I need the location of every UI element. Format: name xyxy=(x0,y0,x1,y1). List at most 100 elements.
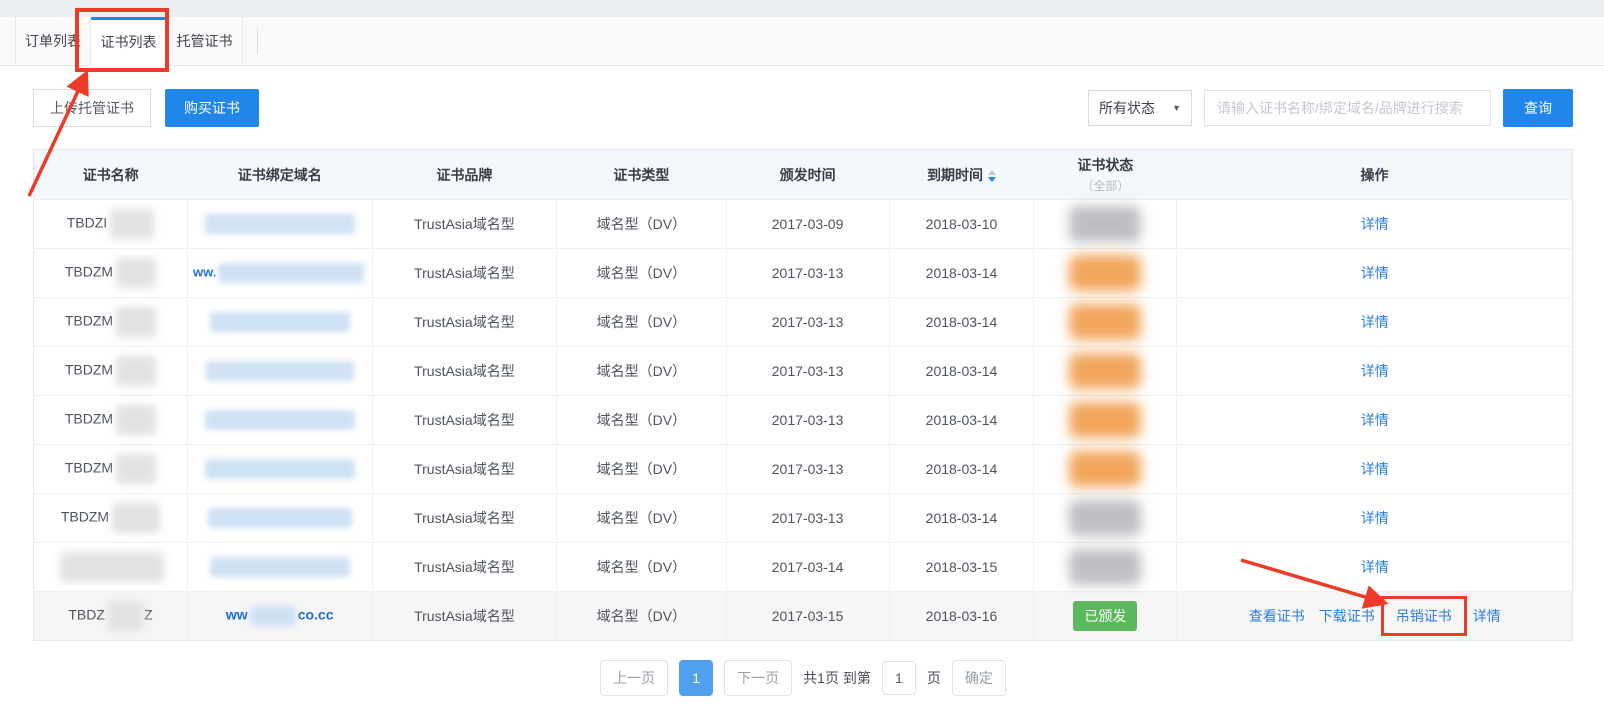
redacted-status-blur xyxy=(1069,549,1141,585)
brand-cell: TrustAsia域名型 xyxy=(372,200,557,249)
query-button[interactable]: 查询 xyxy=(1503,89,1573,127)
redacted-status-blur xyxy=(1069,500,1141,536)
col-header-expires[interactable]: 到期时间 xyxy=(889,150,1034,200)
table-row: TBDZMTrustAsia域名型域名型（DV）2017-03-132018-0… xyxy=(34,298,1573,347)
annotation-box-revoke-link: 吊销证书 xyxy=(1381,596,1467,636)
expiry-date-cell: 2018-03-14 xyxy=(889,494,1034,543)
actions-cell: 查看证书下载证书 吊销证书 详情 xyxy=(1177,592,1573,641)
table-row: TrustAsia域名型域名型（DV）2017-03-142018-03-15详… xyxy=(34,543,1573,592)
details-link[interactable]: 详情 xyxy=(1361,412,1389,428)
tab-cert-list[interactable]: 证书列表 xyxy=(91,17,167,66)
status-badge-issued: 已颁发 xyxy=(1073,601,1137,631)
cert-type-cell: 域名型（DV） xyxy=(557,298,726,347)
col-header-expires-label: 到期时间 xyxy=(927,167,983,183)
cert-name-cell: TBDZM xyxy=(34,494,188,543)
upload-hosted-cert-button[interactable]: 上传托管证书 xyxy=(33,89,151,127)
issued-date-cell: 2017-03-09 xyxy=(726,200,889,249)
status-cell xyxy=(1034,543,1177,592)
redacted-name-blur xyxy=(108,601,144,631)
bound-domain-cell: wwco.cc xyxy=(187,592,372,641)
status-cell xyxy=(1034,347,1177,396)
domain-text: ww xyxy=(226,607,248,623)
cert-name-text: TBDZM xyxy=(65,411,113,427)
bound-domain-cell xyxy=(187,494,372,543)
current-page-button[interactable]: 1 xyxy=(679,660,713,696)
redacted-domain-blur xyxy=(218,263,364,283)
redacted-domain-blur xyxy=(205,214,355,234)
brand-cell: TrustAsia域名型 xyxy=(372,445,557,494)
goto-page-input[interactable] xyxy=(882,661,916,695)
redacted-status-blur xyxy=(1069,353,1141,389)
next-page-button[interactable]: 下一页 xyxy=(724,660,792,696)
bound-domain-cell: ww. xyxy=(187,249,372,298)
details-link[interactable]: 详情 xyxy=(1361,363,1389,379)
cert-type-cell: 域名型（DV） xyxy=(557,347,726,396)
bound-domain-cell xyxy=(187,445,372,494)
brand-cell: TrustAsia域名型 xyxy=(372,249,557,298)
download-cert-link[interactable]: 下载证书 xyxy=(1319,608,1375,624)
status-cell xyxy=(1034,445,1177,494)
redacted-name-blur xyxy=(116,454,156,484)
brand-cell: TrustAsia域名型 xyxy=(372,494,557,543)
table-row: TBDZMww.TrustAsia域名型域名型（DV）2017-03-13201… xyxy=(34,249,1573,298)
details-link[interactable]: 详情 xyxy=(1361,314,1389,330)
actions-cell: 详情 xyxy=(1177,200,1573,249)
tab-divider xyxy=(257,28,258,54)
cert-type-cell: 域名型（DV） xyxy=(557,494,726,543)
redacted-domain-blur xyxy=(206,361,354,381)
buy-cert-button[interactable]: 购买证书 xyxy=(165,89,259,127)
issued-date-cell: 2017-03-13 xyxy=(726,396,889,445)
expiry-date-cell: 2018-03-16 xyxy=(889,592,1034,641)
issued-date-cell: 2017-03-13 xyxy=(726,494,889,543)
col-header-brand: 证书品牌 xyxy=(372,150,557,200)
cert-type-cell: 域名型（DV） xyxy=(557,445,726,494)
cert-type-cell: 域名型（DV） xyxy=(557,249,726,298)
details-link[interactable]: 详情 xyxy=(1361,216,1389,232)
cert-name-cell: TBDZM xyxy=(34,396,188,445)
details-link[interactable]: 详情 xyxy=(1361,461,1389,477)
issued-date-cell: 2017-03-14 xyxy=(726,543,889,592)
expiry-date-cell: 2018-03-14 xyxy=(889,396,1034,445)
brand-cell: TrustAsia域名型 xyxy=(372,298,557,347)
details-link[interactable]: 详情 xyxy=(1361,265,1389,281)
redacted-name-blur xyxy=(116,405,156,435)
table-header-row: 证书名称 证书绑定域名 证书品牌 证书类型 颁发时间 到期时间 证书状态 （全部… xyxy=(34,150,1573,200)
redacted-status-blur xyxy=(1069,402,1141,438)
status-cell xyxy=(1034,249,1177,298)
actions-cell: 详情 xyxy=(1177,543,1573,592)
status-cell xyxy=(1034,396,1177,445)
cert-name-text: TBDZM xyxy=(65,460,113,476)
actions-cell: 详情 xyxy=(1177,494,1573,543)
cert-name-text: TBDZM xyxy=(65,362,113,378)
brand-cell: TrustAsia域名型 xyxy=(372,347,557,396)
redacted-name-blur xyxy=(116,258,156,288)
total-pages-label: 共1页 到第 xyxy=(803,668,871,688)
redacted-domain-blur xyxy=(208,508,352,528)
actions-cell: 详情 xyxy=(1177,445,1573,494)
revoke-cert-link[interactable]: 吊销证书 xyxy=(1396,608,1452,624)
cert-name-text: TBDZM xyxy=(65,313,113,329)
details-link[interactable]: 详情 xyxy=(1361,510,1389,526)
details-link[interactable]: 详情 xyxy=(1473,608,1501,624)
tab-hosted-certs[interactable]: 托管证书 xyxy=(167,17,243,65)
search-input[interactable] xyxy=(1204,90,1491,126)
cert-name-cell: TBDZI xyxy=(34,200,188,249)
actions-cell: 详情 xyxy=(1177,298,1573,347)
table-row: TBDZITrustAsia域名型域名型（DV）2017-03-092018-0… xyxy=(34,200,1573,249)
prev-page-button[interactable]: 上一页 xyxy=(600,660,668,696)
status-filter-select[interactable]: 所有状态 ▼ xyxy=(1088,90,1192,126)
issued-date-cell: 2017-03-13 xyxy=(726,298,889,347)
cert-table: 证书名称 证书绑定域名 证书品牌 证书类型 颁发时间 到期时间 证书状态 （全部… xyxy=(33,149,1573,641)
actions-cell: 详情 xyxy=(1177,249,1573,298)
details-link[interactable]: 详情 xyxy=(1361,559,1389,575)
issued-date-cell: 2017-03-15 xyxy=(726,592,889,641)
cert-name-cell: TBDZZ xyxy=(34,592,188,641)
cert-type-cell: 域名型（DV） xyxy=(557,200,726,249)
status-cell: 已颁发 xyxy=(1034,592,1177,641)
tab-order-list[interactable]: 订单列表 xyxy=(15,17,91,65)
sort-icon[interactable] xyxy=(988,170,996,182)
view-cert-link[interactable]: 查看证书 xyxy=(1249,608,1305,624)
redacted-domain-blur xyxy=(210,557,350,577)
confirm-page-button[interactable]: 确定 xyxy=(952,660,1006,696)
col-header-status-label: 证书状态 xyxy=(1034,155,1177,175)
